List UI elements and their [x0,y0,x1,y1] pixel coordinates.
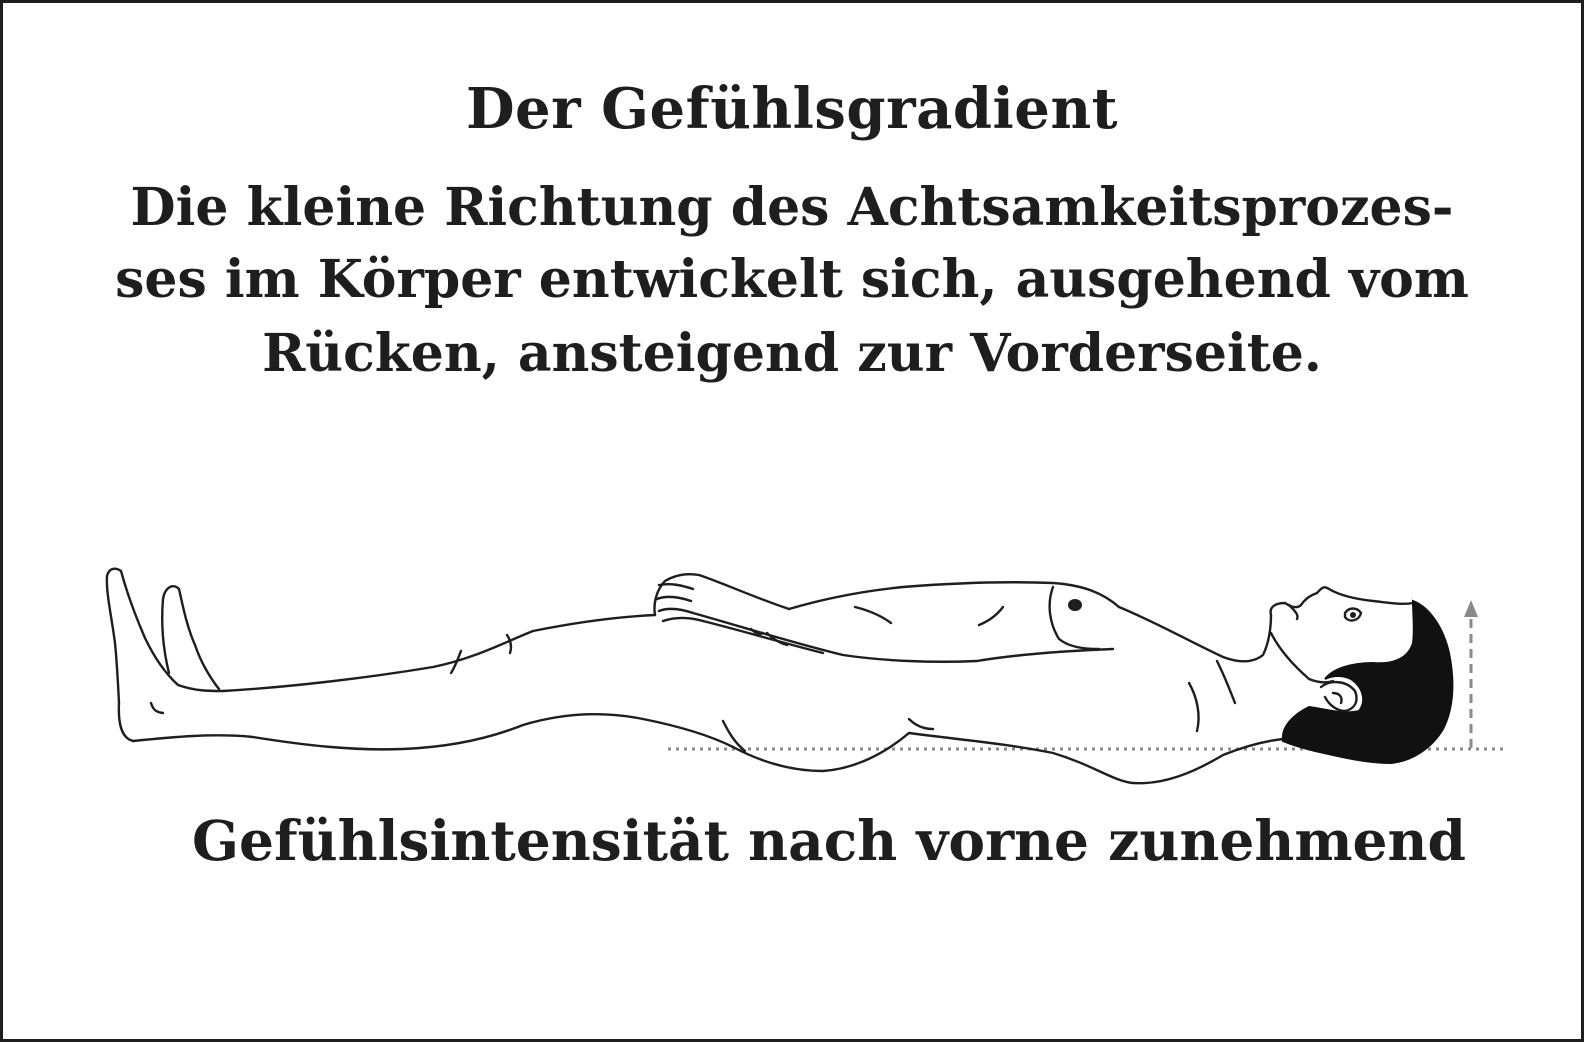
legs-bottom [131,713,735,751]
torso-bottom [907,731,1285,785]
hair [1281,599,1454,765]
right-foot [161,585,221,691]
person-outline [105,567,1415,785]
ear [1319,680,1358,713]
diagram-frame: Der Gefühlsgradient Die kleine Richtung … [0,0,1584,1042]
legs-top [221,613,657,693]
arm-lower [691,611,1115,663]
lying-figure-illustration [105,567,1508,785]
face-profile [1269,586,1415,617]
chest-curve [1048,585,1101,651]
caption: Gefühlsintensität nach vorne zunehmend [192,808,1466,873]
nipple [1068,599,1082,611]
buttocks [731,731,911,773]
gradient-arrow-icon [1464,600,1478,748]
torso-top [1117,605,1273,663]
eye [1350,612,1356,618]
